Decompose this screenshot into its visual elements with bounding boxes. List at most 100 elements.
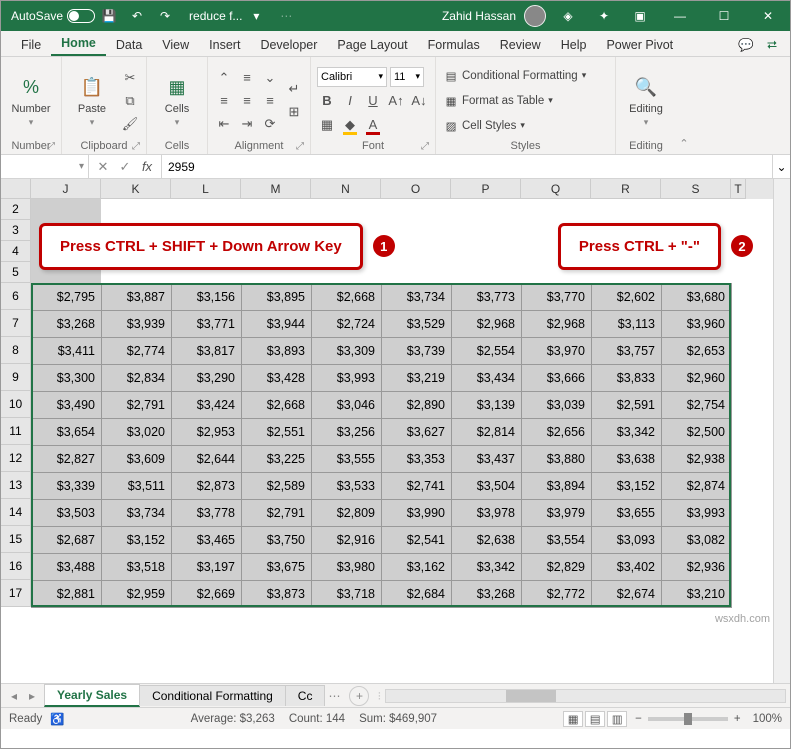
cancel-icon[interactable]: ✕ — [93, 157, 113, 177]
col-header[interactable]: T — [731, 179, 746, 199]
cell[interactable]: $2,668 — [242, 392, 312, 419]
autosave-toggle[interactable] — [67, 9, 95, 23]
save-icon[interactable]: 💾 — [99, 6, 119, 26]
cell[interactable]: $2,936 — [662, 554, 732, 581]
cell[interactable]: $3,225 — [242, 446, 312, 473]
dropdown-icon[interactable]: ▾ — [246, 6, 266, 26]
cell[interactable]: $3,268 — [452, 581, 522, 608]
tab-insert[interactable]: Insert — [199, 34, 250, 56]
cell[interactable]: $2,953 — [172, 419, 242, 446]
dialog-launcher-icon[interactable]: ⤢ — [47, 141, 55, 152]
cell[interactable]: $3,490 — [32, 392, 102, 419]
borders-icon[interactable]: ▦ — [317, 115, 337, 135]
tab-powerpivot[interactable]: Power Pivot — [596, 34, 683, 56]
cell[interactable]: $2,554 — [452, 338, 522, 365]
table-row[interactable]: $3,339$3,511$2,873$2,589$3,533$2,741$3,5… — [32, 473, 732, 500]
cell[interactable]: $3,873 — [242, 581, 312, 608]
tab-review[interactable]: Review — [490, 34, 551, 56]
cell[interactable]: $3,113 — [592, 311, 662, 338]
cell[interactable]: $2,938 — [662, 446, 732, 473]
maximize-button[interactable]: ☐ — [706, 1, 742, 31]
cell[interactable]: $3,718 — [312, 581, 382, 608]
cell[interactable]: $3,654 — [32, 419, 102, 446]
autosave[interactable]: AutoSave — [11, 9, 95, 23]
cell[interactable]: $3,990 — [382, 500, 452, 527]
sheet-nav-prev-icon[interactable]: ▸ — [23, 686, 41, 706]
cell[interactable]: $3,437 — [452, 446, 522, 473]
cell[interactable]: $3,609 — [102, 446, 172, 473]
normal-view-icon[interactable]: ▦ — [563, 711, 583, 727]
cell[interactable]: $3,511 — [102, 473, 172, 500]
cell[interactable]: $3,152 — [592, 473, 662, 500]
cell[interactable]: $2,772 — [522, 581, 592, 608]
table-row[interactable]: $3,411$2,774$3,817$3,893$3,309$3,739$2,5… — [32, 338, 732, 365]
format-painter-icon[interactable]: 🖌 — [120, 114, 140, 134]
horizontal-scrollbar[interactable] — [385, 689, 786, 703]
cell[interactable]: $2,754 — [662, 392, 732, 419]
col-header[interactable]: M — [241, 179, 311, 199]
cell[interactable]: $3,833 — [592, 365, 662, 392]
tab-formulas[interactable]: Formulas — [418, 34, 490, 56]
cell[interactable]: $3,675 — [242, 554, 312, 581]
wand-icon[interactable]: ✦ — [594, 6, 614, 26]
table-row[interactable]: $3,268$3,939$3,771$3,944$2,724$3,529$2,9… — [32, 311, 732, 338]
cell[interactable]: $3,402 — [592, 554, 662, 581]
cell[interactable]: $3,020 — [102, 419, 172, 446]
cell[interactable]: $3,627 — [382, 419, 452, 446]
enter-icon[interactable]: ✓ — [115, 157, 135, 177]
col-header[interactable]: J — [31, 179, 101, 199]
cell[interactable]: $2,656 — [522, 419, 592, 446]
row-header[interactable]: 11 — [1, 418, 31, 445]
accessibility-icon[interactable]: ♿ — [50, 712, 64, 726]
data-table[interactable]: $2,795$3,887$3,156$3,895$2,668$3,734$3,7… — [31, 283, 732, 608]
cell[interactable]: $3,666 — [522, 365, 592, 392]
align-bottom-icon[interactable]: ⌄ — [260, 68, 280, 88]
cell[interactable]: $3,268 — [32, 311, 102, 338]
cell[interactable]: $3,152 — [102, 527, 172, 554]
number-format-button[interactable]: % Number ▾ — [7, 73, 55, 128]
cell[interactable]: $3,960 — [662, 311, 732, 338]
cell[interactable]: $3,894 — [522, 473, 592, 500]
cell[interactable]: $2,791 — [242, 500, 312, 527]
cell[interactable]: $3,529 — [382, 311, 452, 338]
cell[interactable]: $3,939 — [102, 311, 172, 338]
cell[interactable]: $3,197 — [172, 554, 242, 581]
cell[interactable]: $2,653 — [662, 338, 732, 365]
cell[interactable]: $3,210 — [662, 581, 732, 608]
cell[interactable]: $3,428 — [242, 365, 312, 392]
row-header[interactable]: 7 — [1, 310, 31, 337]
row-header[interactable]: 15 — [1, 526, 31, 553]
cell[interactable]: $3,093 — [592, 527, 662, 554]
row-header[interactable]: 12 — [1, 445, 31, 472]
cell[interactable]: $3,979 — [522, 500, 592, 527]
bold-button[interactable]: B — [317, 91, 337, 111]
redo-icon[interactable]: ↷ — [155, 6, 175, 26]
col-header[interactable]: Q — [521, 179, 591, 199]
cell[interactable]: $3,219 — [382, 365, 452, 392]
cell[interactable]: $3,309 — [312, 338, 382, 365]
cell[interactable]: $3,339 — [32, 473, 102, 500]
font-name-combo[interactable]: Calibri▾ — [317, 67, 387, 87]
cell[interactable]: $3,424 — [172, 392, 242, 419]
cell[interactable]: $3,638 — [592, 446, 662, 473]
cell[interactable]: $2,968 — [522, 311, 592, 338]
cell[interactable]: $3,139 — [452, 392, 522, 419]
cell[interactable]: $3,353 — [382, 446, 452, 473]
cell[interactable]: $3,893 — [242, 338, 312, 365]
cell[interactable]: $3,411 — [32, 338, 102, 365]
row-header[interactable]: 16 — [1, 553, 31, 580]
col-header[interactable]: O — [381, 179, 451, 199]
cell[interactable]: $3,817 — [172, 338, 242, 365]
table-row[interactable]: $3,488$3,518$3,197$3,675$3,980$3,162$3,3… — [32, 554, 732, 581]
row-header[interactable]: 8 — [1, 337, 31, 364]
cell[interactable]: $3,944 — [242, 311, 312, 338]
share-icon[interactable]: ⮂ — [762, 34, 782, 56]
increase-font-icon[interactable]: A↑ — [386, 91, 406, 111]
cell[interactable]: $3,739 — [382, 338, 452, 365]
select-all-corner[interactable] — [1, 179, 31, 199]
cell[interactable]: $3,655 — [592, 500, 662, 527]
cell[interactable]: $2,960 — [662, 365, 732, 392]
cell[interactable]: $3,518 — [102, 554, 172, 581]
cell[interactable]: $2,774 — [102, 338, 172, 365]
cell[interactable]: $2,968 — [452, 311, 522, 338]
